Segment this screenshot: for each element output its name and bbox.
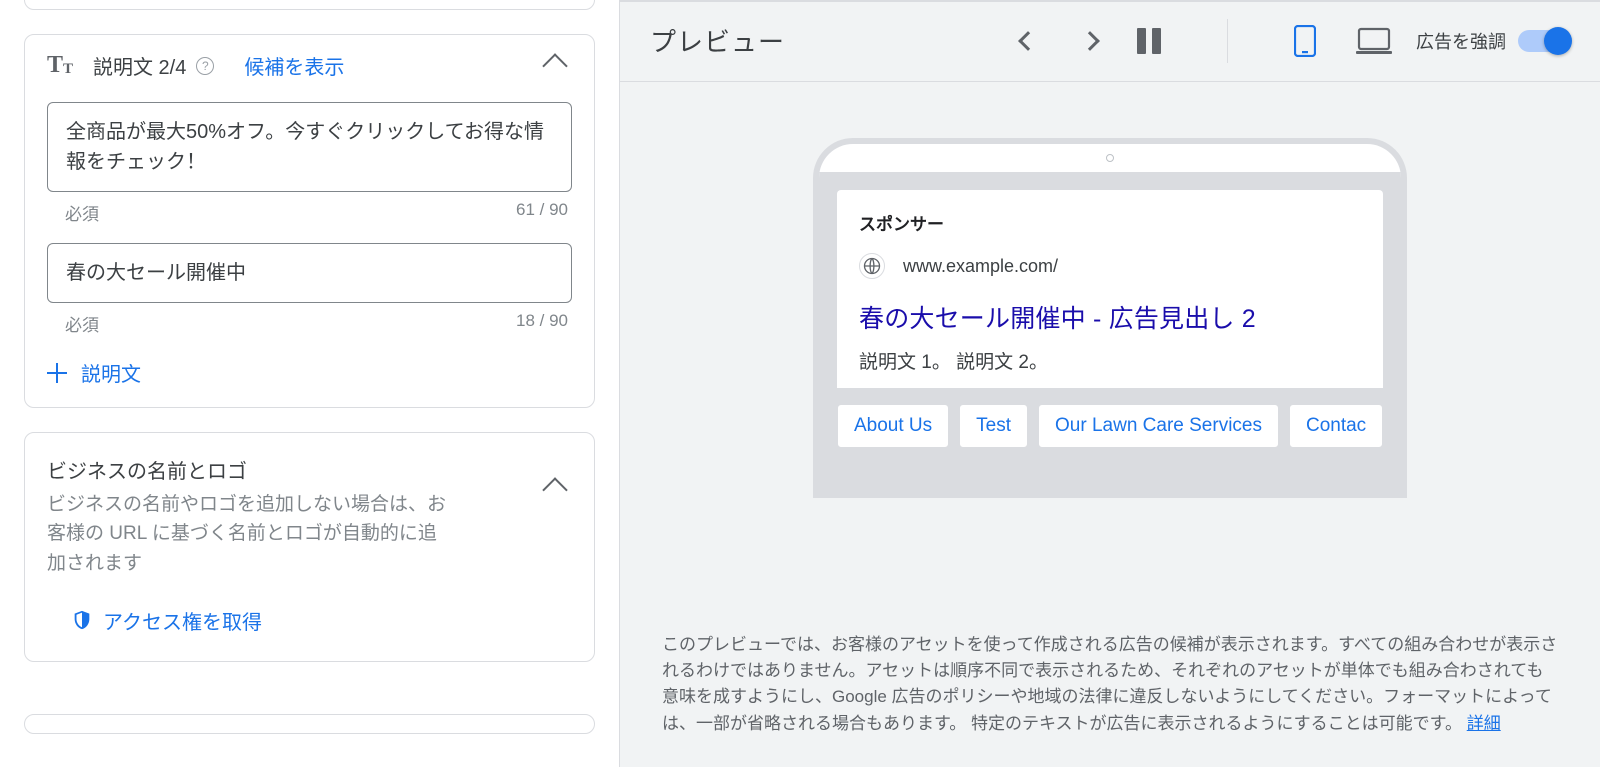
preview-nav [1021,34,1097,48]
add-description-label: 説明文 [81,358,141,387]
chevron-left-icon[interactable] [1018,31,1038,51]
sitelink-button[interactable]: Our Lawn Care Services [1038,404,1279,448]
divider [1227,19,1228,63]
phone-screen: スポンサー www.example.com/ 春の大セール開催中 - 広告見出し… [819,172,1401,498]
highlight-toggle[interactable] [1518,30,1570,52]
char-counter: 61 / 90 [516,200,568,225]
columns-view-icon[interactable] [1137,28,1161,54]
description-input-2[interactable]: 春の大セール開催中 [47,243,572,303]
sponsor-label: スポンサー [859,210,1361,235]
app-root: TT 説明文 2/4 ? 候補を表示 全商品が最大50%オフ。今すぐクリックして… [0,0,1600,767]
description-input-1[interactable]: 全商品が最大50%オフ。今すぐクリックしてお得な情報をチェック！ [47,102,572,192]
shield-icon [71,609,93,633]
description-meta-2: 必須 18 / 90 [47,303,572,336]
description-meta-1: 必須 61 / 90 [47,192,572,225]
collapse-icon[interactable] [542,477,567,502]
phone-camera-icon [819,144,1401,172]
sitelink-button[interactable]: About Us [837,404,949,448]
preview-title: プレビュー [650,22,785,59]
descriptions-body: 全商品が最大50%オフ。今すぐクリックしてお得な情報をチェック！ 必須 61 /… [25,86,594,407]
next-card-edge [24,714,595,734]
descriptions-card: TT 説明文 2/4 ? 候補を表示 全商品が最大50%オフ。今すぐクリックして… [24,34,595,408]
preview-footnote: このプレビューでは、お客様のアセットを使って作成される広告の候補が表示されます。… [620,632,1600,767]
details-link[interactable]: 詳細 [1467,714,1501,733]
business-title: ビジネスの名前とロゴ [47,455,447,484]
add-description-button[interactable]: 説明文 [47,358,572,387]
ad-headline: 春の大セール開催中 - 広告見出し 2 [859,299,1361,335]
ad-preview-card: スポンサー www.example.com/ 春の大セール開催中 - 広告見出し… [837,190,1383,388]
text-icon: TT [47,52,85,79]
required-label: 必須 [65,311,99,336]
descriptions-title: 説明文 2/4 [93,51,186,80]
char-counter: 18 / 90 [516,311,568,336]
preview-toolbar: プレビュー 広告を強調 [620,0,1600,82]
left-panel: TT 説明文 2/4 ? 候補を表示 全商品が最大50%オフ。今すぐクリックして… [0,0,620,767]
plus-icon [47,363,67,383]
collapse-icon[interactable] [542,53,567,78]
help-icon[interactable]: ? [196,57,214,75]
sitelink-button[interactable]: Contac [1289,404,1383,448]
business-header: ビジネスの名前とロゴ ビジネスの名前やロゴを追加しない場合は、お客様の URL … [25,433,594,578]
business-card: ビジネスの名前とロゴ ビジネスの名前やロゴを追加しない場合は、お客様の URL … [24,432,595,662]
business-subtitle: ビジネスの名前やロゴを追加しない場合は、お客様の URL に基づく名前とロゴが自… [47,490,447,578]
preview-stage: スポンサー www.example.com/ 春の大セール開催中 - 広告見出し… [620,82,1600,632]
globe-icon [859,253,885,279]
get-access-link[interactable]: アクセス権を取得 [103,606,262,635]
desktop-view-icon[interactable] [1356,27,1392,55]
right-panel: プレビュー 広告を強調 [620,0,1600,767]
access-row: アクセス権を取得 [25,578,594,661]
ad-url: www.example.com/ [903,256,1058,277]
phone-frame: スポンサー www.example.com/ 春の大セール開催中 - 広告見出し… [813,138,1407,498]
chevron-right-icon[interactable] [1080,31,1100,51]
sitelink-button[interactable]: Test [959,404,1028,448]
ad-description: 説明文 1。 説明文 2。 [859,347,1361,374]
required-label: 必須 [65,200,99,225]
mobile-view-icon[interactable] [1294,25,1316,57]
show-suggestions-link[interactable]: 候補を表示 [244,51,344,80]
footnote-text: このプレビューでは、お客様のアセットを使って作成される広告の候補が表示されます。… [662,635,1557,733]
descriptions-header: TT 説明文 2/4 ? 候補を表示 [25,35,594,86]
highlight-toggle-label: 広告を強調 [1416,28,1506,54]
ad-url-row: www.example.com/ [859,253,1361,279]
sitelinks-row: About Us Test Our Lawn Care Services Con… [837,404,1383,448]
previous-card-edge [24,0,595,10]
